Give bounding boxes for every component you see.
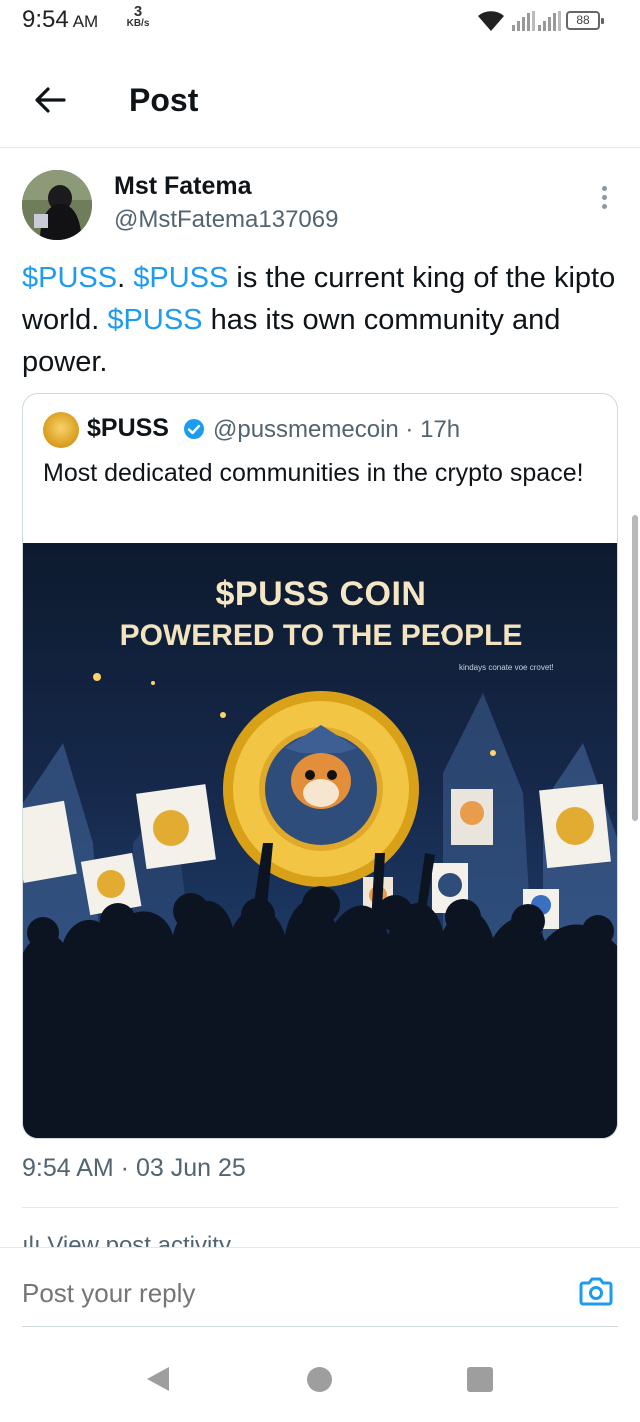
quoted-text: Most dedicated communities in the crypto…: [43, 459, 584, 487]
view-post-activity-link[interactable]: ılı View post activity: [22, 1232, 231, 1248]
more-options-icon[interactable]: [596, 186, 612, 216]
quoted-author-name[interactable]: $PUSS: [87, 414, 169, 443]
signal-icon: [512, 11, 535, 31]
quoted-post[interactable]: $PUSS @pussmemecoin · 17h Most dedicated…: [22, 393, 618, 1139]
post-text: $PUSS. $PUSS is the current king of the …: [22, 257, 618, 383]
author-name[interactable]: Mst Fatema: [114, 172, 252, 201]
divider: [22, 1207, 618, 1208]
system-navigation-bar: [0, 1340, 640, 1422]
quoted-avatar[interactable]: [43, 412, 79, 448]
image-caption: kindays conate voe crovet!: [459, 663, 554, 672]
quoted-handle-time: @pussmemecoin · 17h: [213, 416, 461, 443]
image-title: $PUSS COIN: [215, 575, 427, 613]
arrow-left-icon[interactable]: [30, 80, 70, 120]
author-handle[interactable]: @MstFatema137069: [114, 206, 338, 234]
page-title: Post: [129, 82, 199, 118]
image-subtitle: POWERED TO THE PEOPLE: [119, 619, 523, 652]
reply-bar: [0, 1247, 640, 1329]
top-app-bar: Post: [0, 60, 640, 148]
network-speed-unit: KB/s: [126, 18, 150, 29]
signal-icon-2: [538, 11, 561, 31]
status-time-value: 9:54: [22, 6, 69, 33]
nav-back-icon[interactable]: [145, 1365, 171, 1393]
nav-home-icon[interactable]: [307, 1367, 332, 1392]
battery-icon: 88: [566, 11, 604, 30]
activity-label: View post activity: [47, 1232, 231, 1248]
avatar[interactable]: [22, 170, 92, 240]
cashtag-link[interactable]: $PUSS: [22, 262, 117, 294]
post-text-segment: .: [117, 262, 134, 294]
quoted-image[interactable]: $PUSS COIN POWERED TO THE PEOPLE kindays…: [23, 543, 617, 1138]
post-timestamp[interactable]: 9:54 AM · 03 Jun 25: [22, 1154, 246, 1183]
cashtag-link[interactable]: $PUSS: [133, 262, 228, 294]
reply-divider: [22, 1326, 618, 1327]
status-ampm: AM: [72, 12, 99, 31]
reply-input[interactable]: [22, 1278, 522, 1309]
network-speed: 3 KB/s: [122, 4, 154, 29]
verified-badge-icon: [184, 419, 204, 439]
nav-recents-icon[interactable]: [467, 1367, 493, 1392]
status-time: 9:54 AM: [22, 6, 98, 34]
status-bar: 9:54 AM 3 KB/s 88: [0, 0, 640, 44]
scrollbar[interactable]: [632, 515, 638, 821]
network-speed-value: 3: [133, 3, 143, 20]
wifi-icon: [478, 11, 504, 31]
camera-icon[interactable]: [579, 1276, 613, 1306]
activity-icon: ılı: [22, 1232, 48, 1248]
cashtag-link[interactable]: $PUSS: [107, 304, 202, 336]
